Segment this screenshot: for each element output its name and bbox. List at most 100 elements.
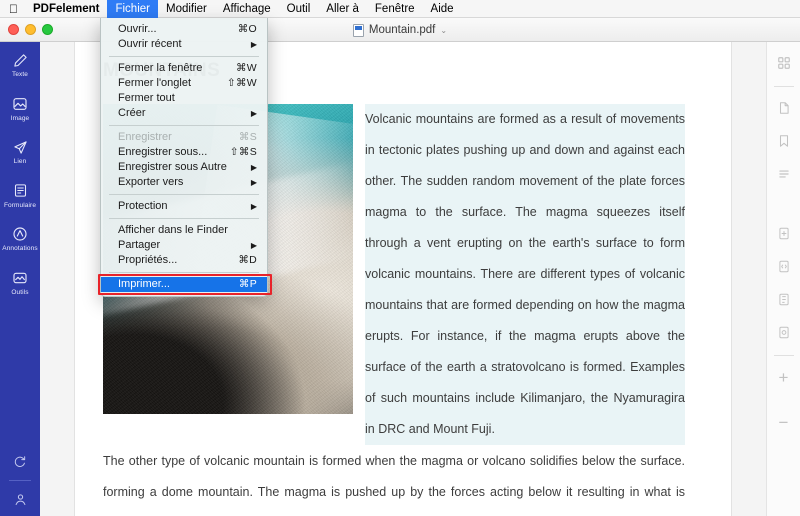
menu-option-exporter-vers[interactable]: Exporter vers ▶ bbox=[101, 175, 267, 190]
left-sidebar: Texte Image Lien Formulaire Annotations bbox=[0, 42, 40, 516]
rail-divider-bottom bbox=[773, 355, 794, 356]
menu-option-label: Fermer tout bbox=[118, 92, 175, 104]
tools-icon bbox=[0, 269, 40, 287]
menu-option-label: Ouvrir récent bbox=[118, 38, 182, 50]
pdf-document-icon bbox=[352, 23, 364, 37]
menu-separator bbox=[109, 125, 259, 126]
sidebar-divider bbox=[9, 480, 31, 481]
menu-option-label: Partager bbox=[118, 239, 161, 251]
right-tool-rail: + − bbox=[766, 42, 800, 516]
menu-option-label: Enregistrer sous... bbox=[118, 146, 208, 158]
menu-option-shortcut: ⌘S bbox=[238, 131, 257, 143]
page-insert-icon[interactable] bbox=[771, 220, 797, 246]
apple-icon[interactable]:  bbox=[0, 3, 29, 15]
menu-item-modifier[interactable]: Modifier bbox=[158, 0, 215, 18]
menu-option-label: Exporter vers bbox=[118, 176, 184, 188]
body-paragraph-full: The other type of volcanic mountain is f… bbox=[103, 454, 685, 516]
annotations-icon bbox=[0, 225, 40, 243]
menu-option-fermer-longlet[interactable]: Fermer l'onglet ⇧⌘W bbox=[101, 76, 267, 91]
menu-option-protection[interactable]: Protection ▶ bbox=[101, 199, 267, 214]
menu-item-fichier[interactable]: Fichier bbox=[107, 0, 158, 18]
document-name-label: Mountain.pdf bbox=[368, 24, 436, 36]
menu-option-ouvrir[interactable]: Ouvrir... ⌘O bbox=[101, 22, 267, 37]
menu-app-name[interactable]: PDFelement bbox=[29, 0, 107, 18]
menu-option-label: Créer bbox=[118, 107, 146, 119]
menu-option-shortcut: ⌘W bbox=[235, 62, 257, 74]
refresh-icon[interactable] bbox=[0, 453, 40, 471]
menu-option-fermer-la-fenetre[interactable]: Fermer la fenêtre ⌘W bbox=[101, 61, 267, 76]
sidebar-item-formulaire[interactable]: Formulaire bbox=[0, 173, 40, 217]
sidebar-item-lien[interactable]: Lien bbox=[0, 129, 40, 173]
submenu-arrow-icon: ▶ bbox=[250, 163, 257, 172]
menu-option-partager[interactable]: Partager ▶ bbox=[101, 238, 267, 253]
menu-option-enregistrer-sous[interactable]: Enregistrer sous... ⇧⌘S bbox=[101, 145, 267, 160]
fichier-dropdown-menu[interactable]: Ouvrir... ⌘O Ouvrir récent ▶ Fermer la f… bbox=[98, 18, 272, 297]
menu-option-label: Enregistrer bbox=[118, 131, 172, 143]
chevron-down-icon[interactable]: ⌄ bbox=[440, 26, 447, 35]
menu-option-shortcut: ⌘D bbox=[238, 254, 257, 266]
user-account-icon[interactable] bbox=[0, 490, 40, 508]
menu-option-creer[interactable]: Créer ▶ bbox=[101, 106, 267, 121]
sidebar-item-image[interactable]: Image bbox=[0, 86, 40, 130]
menu-option-ouvrir-recent[interactable]: Ouvrir récent ▶ bbox=[101, 37, 267, 52]
menu-separator bbox=[109, 194, 259, 195]
menu-separator bbox=[109, 218, 259, 219]
sidebar-item-texte[interactable]: Texte bbox=[0, 42, 40, 86]
menu-option-label: Propriétés... bbox=[118, 254, 178, 266]
menu-option-enregistrer-sous-autre[interactable]: Enregistrer sous Autre ▶ bbox=[101, 160, 267, 175]
sidebar-label-lien: Lien bbox=[13, 158, 27, 165]
sidebar-item-outils[interactable]: Outils bbox=[0, 260, 40, 304]
sidebar-label-formulaire: Formulaire bbox=[3, 201, 37, 209]
menu-item-aller-a[interactable]: Aller à bbox=[318, 0, 367, 18]
menu-option-proprietes[interactable]: Propriétés... ⌘D bbox=[101, 253, 267, 268]
sidebar-label-outils: Outils bbox=[11, 288, 29, 296]
pencil-icon bbox=[0, 51, 40, 69]
form-icon bbox=[0, 182, 40, 200]
menu-option-label: Imprimer... bbox=[118, 278, 170, 290]
menu-option-label: Fermer l'onglet bbox=[118, 77, 192, 89]
outline-list-icon[interactable] bbox=[771, 161, 797, 187]
zoom-out-icon[interactable]: − bbox=[771, 409, 797, 435]
page-extract-icon[interactable] bbox=[771, 253, 797, 279]
sidebar-label-image: Image bbox=[10, 114, 30, 122]
menu-option-label: Ouvrir... bbox=[118, 23, 157, 35]
pdfelement-window:  PDFelement Fichier Modifier Affichage … bbox=[0, 0, 800, 516]
menu-option-shortcut: ⌘O bbox=[237, 23, 257, 35]
submenu-arrow-icon: ▶ bbox=[250, 40, 257, 49]
thumbnails-grid-icon[interactable] bbox=[771, 50, 797, 76]
menu-option-label: Fermer la fenêtre bbox=[118, 62, 203, 74]
menu-option-shortcut: ⇧⌘W bbox=[226, 77, 257, 89]
image-icon bbox=[0, 95, 40, 113]
rail-divider-top bbox=[773, 86, 794, 87]
sidebar-item-annotations[interactable]: Annotations bbox=[0, 216, 40, 260]
submenu-arrow-icon: ▶ bbox=[250, 241, 257, 250]
menu-option-label: Enregistrer sous Autre bbox=[118, 161, 227, 173]
menu-item-outil[interactable]: Outil bbox=[279, 0, 319, 18]
bookmark-icon[interactable] bbox=[771, 128, 797, 154]
sidebar-label-texte: Texte bbox=[11, 71, 29, 78]
page-icon[interactable] bbox=[771, 95, 797, 121]
link-paperplane-icon bbox=[0, 138, 40, 156]
menu-option-afficher-dans-le-finder[interactable]: Afficher dans le Finder bbox=[101, 223, 267, 238]
menu-separator bbox=[109, 272, 259, 273]
mac-menu-bar:  PDFelement Fichier Modifier Affichage … bbox=[0, 0, 800, 18]
menu-item-aide[interactable]: Aide bbox=[423, 0, 462, 18]
menu-item-fenetre[interactable]: Fenêtre bbox=[367, 0, 423, 18]
submenu-arrow-icon: ▶ bbox=[250, 109, 257, 118]
zoom-in-icon[interactable]: + bbox=[771, 364, 797, 390]
menu-option-label: Protection bbox=[118, 200, 168, 212]
sidebar-label-annotations: Annotations bbox=[2, 245, 38, 252]
menu-option-shortcut: ⌘P bbox=[238, 278, 257, 290]
sidebar-bottom-group bbox=[0, 453, 40, 508]
menu-option-fermer-tout[interactable]: Fermer tout bbox=[101, 91, 267, 106]
menu-option-shortcut: ⇧⌘S bbox=[229, 146, 257, 158]
submenu-arrow-icon: ▶ bbox=[250, 178, 257, 187]
menu-option-imprimer[interactable]: Imprimer... ⌘P bbox=[98, 274, 272, 295]
menu-separator bbox=[109, 56, 259, 57]
body-paragraph-column: Volcanic mountains are formed as a resul… bbox=[365, 104, 685, 445]
page-split-icon[interactable] bbox=[771, 286, 797, 312]
menu-option-label: Afficher dans le Finder bbox=[118, 224, 228, 236]
submenu-arrow-icon: ▶ bbox=[250, 202, 257, 211]
page-rotate-icon[interactable] bbox=[771, 319, 797, 345]
menu-item-affichage[interactable]: Affichage bbox=[215, 0, 279, 18]
